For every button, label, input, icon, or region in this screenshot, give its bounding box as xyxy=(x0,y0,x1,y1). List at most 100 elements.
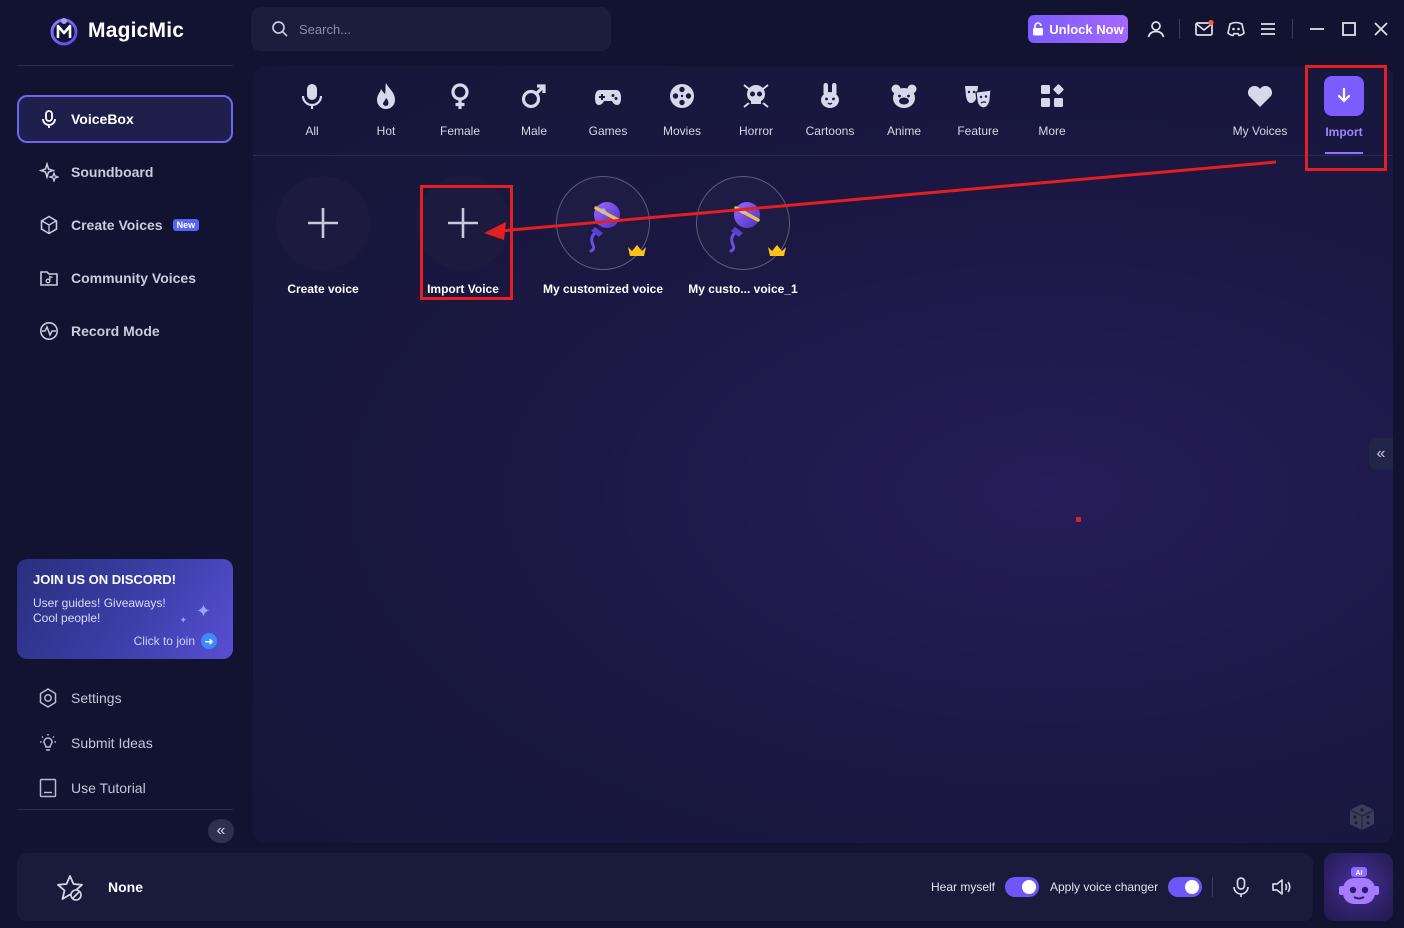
custom-voice-icon xyxy=(729,202,760,253)
category-horror[interactable]: Horror xyxy=(719,78,793,148)
sidebar-item-label: Community Voices xyxy=(71,270,196,286)
dice-icon[interactable] xyxy=(1347,802,1377,832)
gear-icon xyxy=(39,687,57,708)
search-bar[interactable] xyxy=(251,7,611,51)
apply-voice-changer-toggle[interactable] xyxy=(1168,877,1203,897)
category-female[interactable]: Female xyxy=(423,78,497,148)
sidebar-item-label: VoiceBox xyxy=(71,111,134,127)
submit-ideas-label: Submit Ideas xyxy=(71,734,153,751)
bear-icon xyxy=(891,84,917,108)
sidebar-bottom-links: Settings Submit Ideas Use Tutorial xyxy=(17,675,233,810)
account-button[interactable] xyxy=(1144,17,1168,41)
bunny-icon xyxy=(821,83,839,108)
discord-button[interactable] xyxy=(1224,17,1248,41)
discord-subtitle: User guides! Giveaways! Cool people! xyxy=(33,596,166,625)
category-label: Horror xyxy=(738,124,773,138)
crown-icon xyxy=(628,245,646,256)
sidebar-link-settings[interactable]: Settings xyxy=(17,675,233,720)
category-male[interactable]: Male xyxy=(497,78,571,148)
create-voice-circle[interactable] xyxy=(276,176,370,270)
category-feature[interactable]: Feature xyxy=(941,78,1015,148)
close-window-button[interactable] xyxy=(1369,17,1393,41)
category-my-voices[interactable]: My Voices xyxy=(1223,78,1297,148)
custom-voice-avatar[interactable] xyxy=(556,176,650,270)
unlock-now-button[interactable]: Unlock Now xyxy=(1028,15,1128,43)
ai-assistant-button[interactable]: AI xyxy=(1324,853,1393,921)
film-reel-icon xyxy=(670,84,694,108)
category-more[interactable]: More xyxy=(1015,78,1089,148)
grid-icon xyxy=(1041,84,1064,107)
sidebar-item-create-voices[interactable]: Create Voices New xyxy=(17,201,233,249)
folder-music-icon xyxy=(40,271,58,286)
category-bar: All Hot Female Male Games Movies Horror xyxy=(253,66,1393,156)
double-chevron-left-icon: « xyxy=(1376,445,1386,462)
category-label: Games xyxy=(588,124,628,138)
female-symbol-icon xyxy=(451,83,469,109)
header-divider xyxy=(1179,19,1180,39)
sidebar-item-soundboard[interactable]: Soundboard xyxy=(17,148,233,196)
menu-button[interactable] xyxy=(1256,17,1280,41)
sidebar-link-use-tutorial[interactable]: Use Tutorial xyxy=(17,765,233,810)
voice-label: My custo... voice_1 xyxy=(688,282,798,296)
sidebar-item-community-voices[interactable]: Community Voices xyxy=(17,254,233,302)
discord-title: JOIN US ON DISCORD! xyxy=(33,572,177,587)
star-slash-icon xyxy=(57,875,83,901)
bottom-bar-divider xyxy=(1212,877,1213,897)
category-all[interactable]: All xyxy=(275,78,349,148)
plus-icon xyxy=(308,208,338,238)
hexagon-icon xyxy=(40,215,58,235)
male-symbol-icon xyxy=(521,84,546,109)
category-label: More xyxy=(1038,124,1066,138)
category-label: My Voices xyxy=(1232,124,1288,138)
collapse-sidebar-button[interactable]: « xyxy=(208,819,234,843)
double-chevron-left-icon: « xyxy=(216,822,226,839)
apply-voice-changer-control: Apply voice changer xyxy=(1050,877,1203,897)
new-badge: New xyxy=(172,219,200,231)
search-icon xyxy=(272,21,288,37)
search-input[interactable] xyxy=(299,21,589,37)
mail-button[interactable] xyxy=(1192,17,1216,41)
app-logo: MagicMic xyxy=(50,14,184,48)
microphone-icon[interactable] xyxy=(1229,875,1253,899)
close-icon xyxy=(1374,22,1388,36)
mail-icon xyxy=(1195,19,1214,36)
waveform-icon xyxy=(40,322,58,340)
arrow-right-icon: ➜ xyxy=(201,633,217,649)
svg-text:AI: AI xyxy=(1355,870,1362,877)
custom-voice-card[interactable]: My custo... voice_1 xyxy=(673,176,813,296)
annotation-highlight-import-voice xyxy=(420,185,513,300)
custom-voice-card[interactable]: My customized voice xyxy=(533,176,673,296)
category-hot[interactable]: Hot xyxy=(349,78,423,148)
heart-icon xyxy=(1247,85,1273,107)
minimize-window-button[interactable] xyxy=(1305,17,1329,41)
lightbulb-icon xyxy=(40,733,56,751)
custom-voice-avatar[interactable] xyxy=(696,176,790,270)
sparkle-icon: ✦ xyxy=(195,601,211,621)
sidebar-divider xyxy=(17,809,233,810)
discord-join-label: Click to join xyxy=(133,634,195,648)
user-icon xyxy=(1147,21,1165,38)
category-label: Cartoons xyxy=(805,124,855,138)
category-cartoons[interactable]: Cartoons xyxy=(793,78,867,148)
create-voice-card[interactable]: Create voice xyxy=(253,176,393,296)
discord-join-link[interactable]: Click to join ➜ xyxy=(134,633,217,649)
category-label: All xyxy=(305,124,319,138)
sidebar-item-record-mode[interactable]: Record Mode xyxy=(17,307,233,355)
voice-label: Create voice xyxy=(287,282,359,296)
ai-robot-icon: AI xyxy=(1338,867,1379,904)
maximize-window-button[interactable] xyxy=(1337,17,1361,41)
microphone-icon xyxy=(42,110,56,128)
sidebar-link-submit-ideas[interactable]: Submit Ideas xyxy=(17,720,233,765)
sidebar-item-voicebox[interactable]: VoiceBox xyxy=(17,95,233,143)
hear-myself-toggle[interactable] xyxy=(1005,877,1040,897)
category-anime[interactable]: Anime xyxy=(867,78,941,148)
expand-panel-button[interactable]: « xyxy=(1369,438,1393,470)
category-label: Hot xyxy=(376,124,396,138)
voice-label: My customized voice xyxy=(542,282,664,296)
category-games[interactable]: Games xyxy=(571,78,645,148)
category-label: Female xyxy=(439,124,480,138)
category-movies[interactable]: Movies xyxy=(645,78,719,148)
discord-promo-card[interactable]: JOIN US ON DISCORD! User guides! Giveawa… xyxy=(17,559,233,659)
speaker-icon[interactable] xyxy=(1270,875,1294,899)
bottom-bar: None Hear myself Apply voice changer xyxy=(17,853,1313,921)
